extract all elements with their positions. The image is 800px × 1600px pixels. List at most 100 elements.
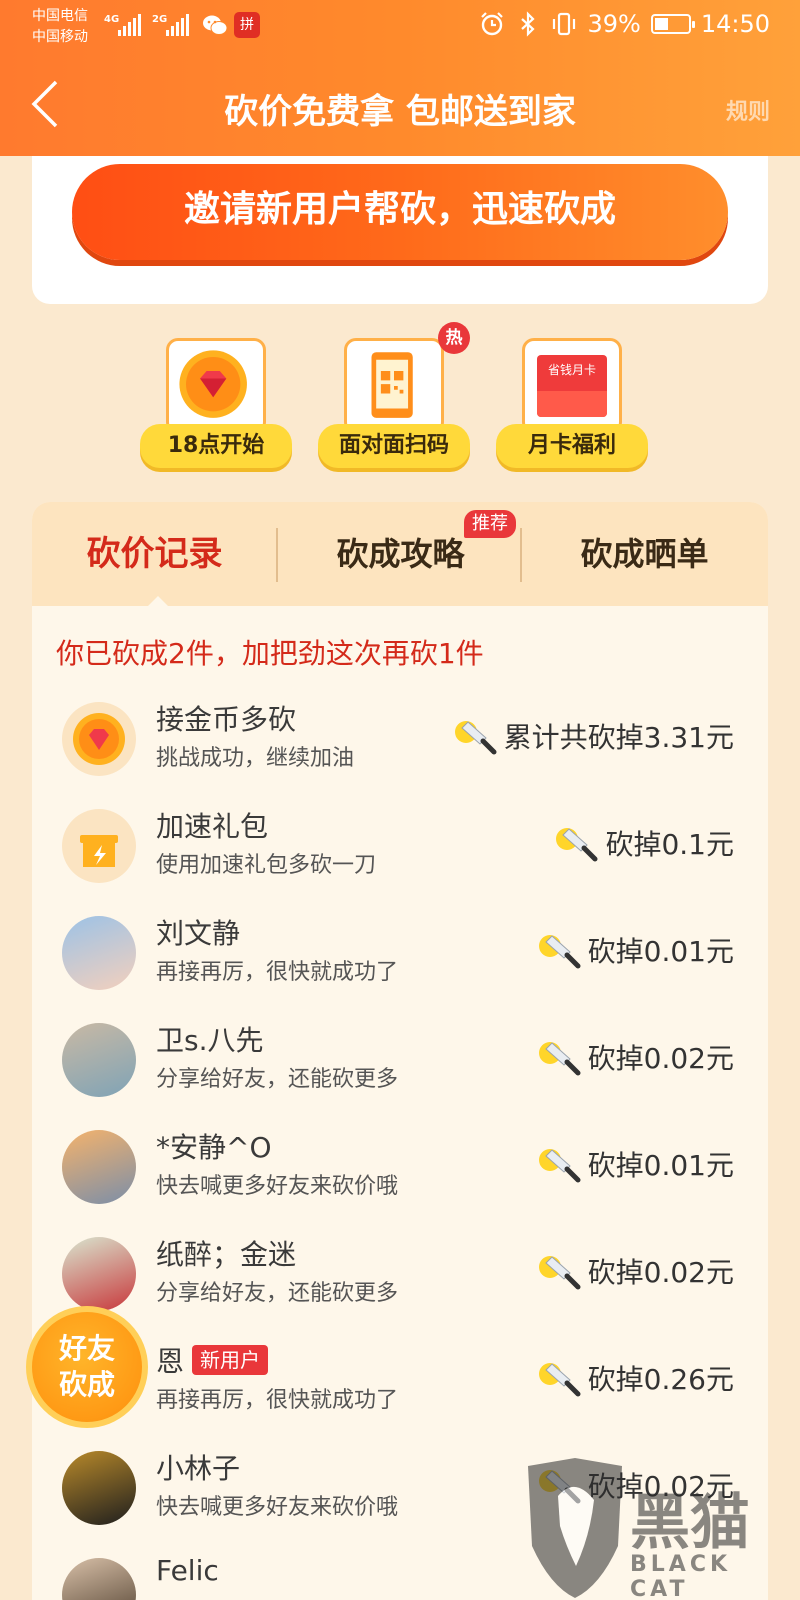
cleaver-icon [538,1363,581,1397]
page-title: 砍价免费拿 包邮送到家 [224,92,576,132]
record-description: 分享给好友，还能砍更多 [156,1067,399,1092]
carrier-info: 中国电信 中国移动 [32,6,88,48]
month-card-text: 省钱月卡 [547,363,596,377]
feature-label: 18点开始 [140,424,292,468]
record-name: 恩新用户 [156,1340,269,1380]
record-description: 再接再厉，很快就成功了 [156,1388,399,1413]
record-amount: 砍掉0.01元 [536,930,734,970]
record-description: 使用加速礼包多砍一刀 [156,853,377,878]
user-avatar [62,1130,136,1204]
black-cat-watermark: 黑猫 BLACK CAT [520,1456,790,1600]
invite-new-user-button[interactable]: 邀请新用户帮砍，迅速砍成 [72,164,728,260]
cleaver-icon [538,1042,581,1076]
feature-icon-box [166,338,266,434]
clock: 14:50 [700,10,770,38]
friend-badge-line2: 砍成 [58,1368,115,1401]
nav-bar: 砍价免费拿 包邮送到家 规则 [0,60,800,150]
record-amount-text: 砍掉0.1元 [605,828,734,861]
gift-avatar [62,809,136,883]
user-avatar [62,916,136,990]
record-name: 卫s.八先 [156,1019,264,1059]
rules-link[interactable]: 规则 [726,94,770,126]
record-description: 快去喊更多好友来砍价哦 [156,1174,399,1199]
record-name-text: *安静^O [156,1131,272,1164]
pinduoduo-icon: 拼 [234,12,260,38]
hot-badge: 热 [438,322,470,354]
record-row: 纸醉；金迷分享给好友，还能砍更多 砍掉0.02元 [32,1233,768,1341]
gem-coin-icon [179,350,247,418]
qr-phone-icon [371,352,413,418]
cleaver-icon [556,828,598,862]
user-avatar [62,1451,136,1525]
tab-bargain-records[interactable]: 砍价记录 [32,502,277,606]
tab-bargain-showcase[interactable]: 砍成晒单 [522,502,767,606]
new-user-tag: 新用户 [192,1345,269,1375]
wechat-icon [203,15,228,35]
record-name-text: 接金币多砍 [156,703,297,736]
record-description: 挑战成功，继续加油 [156,746,355,771]
alarm-icon [481,12,504,36]
feature-label: 月卡福利 [496,424,648,468]
cleaver-icon [538,935,581,969]
record-amount-text: 砍掉0.01元 [587,1149,734,1182]
watermark-text: 黑猫 [630,1488,750,1558]
record-description: 再接再厉，很快就成功了 [156,960,399,985]
bluetooth-icon [521,11,536,37]
active-tab-indicator [146,596,170,608]
month-card-icon: 省钱月卡 [537,355,607,417]
record-name: 纸醉；金迷 [156,1233,296,1273]
network-type-2: 2G [152,14,168,25]
recommend-badge: 推荐 [464,510,516,538]
records-panel: 砍价记录 砍成攻略 推荐 砍成晒单 你已砍成2件，加把劲这次再砍1件 接金币多砍… [32,502,768,1600]
record-name-text: Felic [156,1554,219,1587]
network-type-1: 4G [104,14,120,25]
user-avatar [62,1558,136,1600]
record-amount: 砍掉0.01元 [536,1144,734,1184]
record-description: 分享给好友，还能砍更多 [156,1281,399,1306]
month-card-flap [537,391,607,417]
bargain-summary: 你已砍成2件，加把劲这次再砍1件 [56,637,484,670]
record-row: 接金币多砍挑战成功，继续加油 累计共砍掉3.31元 [32,698,768,806]
record-name: *安静^O [156,1126,272,1166]
record-amount-text: 砍掉0.02元 [587,1042,734,1075]
record-description: 快去喊更多好友来砍价哦 [156,1495,399,1520]
feature-month-card[interactable]: 省钱月卡 月卡福利 [496,336,648,474]
record-name-text: 加速礼包 [156,810,269,843]
record-row: *安静^O 快去喊更多好友来砍价哦 砍掉0.01元 [32,1126,768,1234]
record-amount: 累计共砍掉3.31元 [452,716,734,756]
carrier-2: 中国移动 [32,29,88,45]
record-name: 接金币多砍 [156,698,296,738]
record-amount-text: 砍掉0.26元 [587,1363,734,1396]
tab-bar: 砍价记录 砍成攻略 推荐 砍成晒单 [32,502,768,608]
feature-face-scan[interactable]: 热 面对面扫码 [318,322,470,474]
record-name-text: 恩 [156,1345,185,1378]
feature-icon-box: 省钱月卡 [522,338,622,434]
record-amount: 砍掉0.26元 [536,1358,734,1398]
feature-icon-box [344,338,444,434]
user-avatar [62,1237,136,1311]
record-name: Felic [156,1554,219,1587]
vibrate-icon [553,12,576,36]
feature-18-start[interactable]: 18点开始 [140,336,292,474]
cleaver-icon [538,1149,581,1183]
status-bar: 中国电信 中国移动 4G 2G 拼 39% 14:50 [0,0,800,54]
friend-badge-line1: 好友 [58,1332,115,1365]
user-avatar [62,1023,136,1097]
battery-percent: 39% [587,10,641,38]
record-name-text: 卫s.八先 [156,1024,264,1057]
record-name: 小林子 [156,1447,240,1487]
friend-bargain-badge[interactable]: 好友 砍成 [26,1306,148,1428]
status-right: 39% 14:50 [479,10,770,38]
cleaver-icon [538,1256,581,1290]
record-amount-text: 砍掉0.01元 [587,935,734,968]
gem-coin-avatar [62,702,136,776]
cleaver-icon [454,721,497,755]
watermark-subtext: BLACK CAT [630,1552,732,1600]
record-row: 刘文静 再接再厉，很快就成功了 砍掉0.01元 [32,912,768,1020]
signal-icon [118,14,141,36]
record-amount-text: 累计共砍掉3.31元 [503,721,734,754]
signal-icon [166,14,189,36]
record-amount-text: 砍掉0.02元 [587,1256,734,1289]
record-row: 卫s.八先分享给好友，还能砍更多 砍掉0.02元 [32,1019,768,1127]
cat-shield-icon [528,1458,622,1598]
